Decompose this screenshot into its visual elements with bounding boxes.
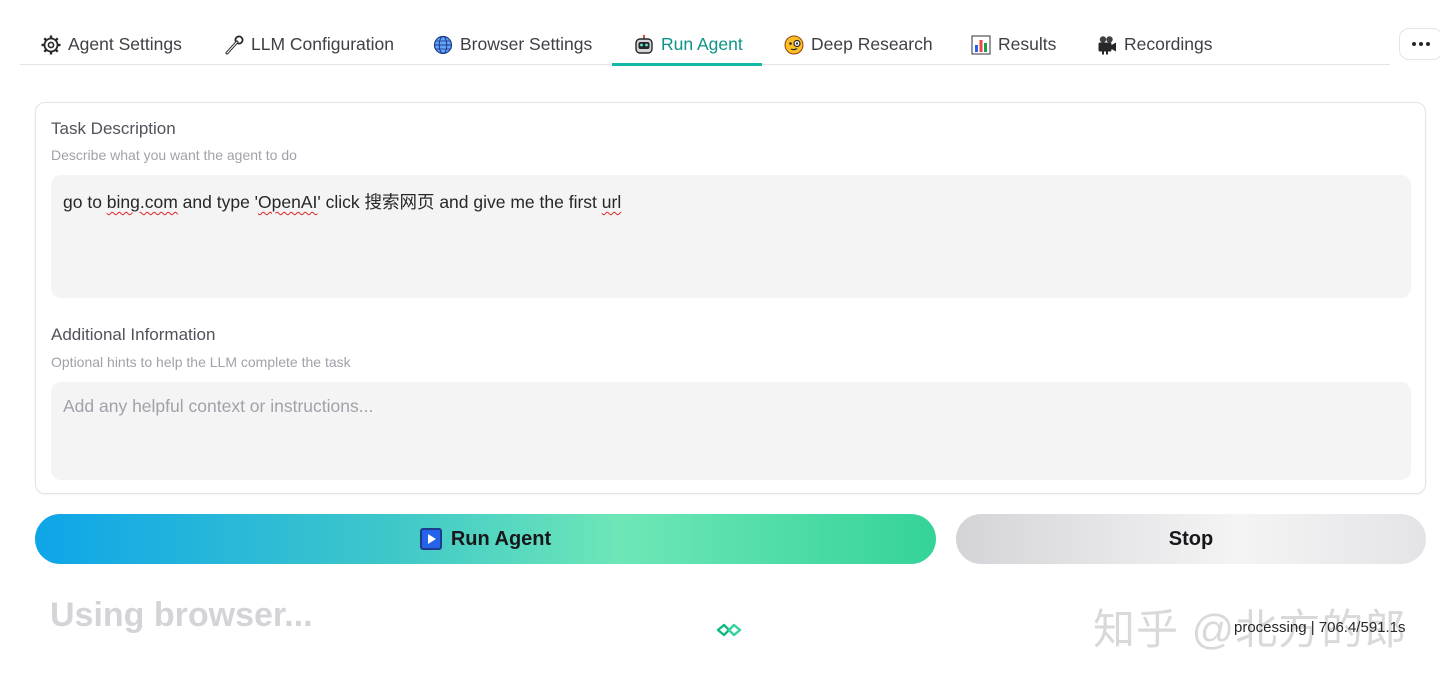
- task-description-info: Describe what you want the agent to do: [51, 147, 297, 163]
- tab-label: Deep Research: [811, 34, 933, 54]
- tab-llm-configuration[interactable]: LLM Configuration: [223, 24, 394, 65]
- tab-label: Agent Settings: [68, 34, 182, 54]
- task-text-misspelled: url: [601, 192, 622, 212]
- progress-timer: processing | 706.4/591.1s: [1234, 619, 1406, 636]
- additional-information-input[interactable]: Add any helpful context or instructions.…: [51, 382, 1411, 480]
- tab-agent-settings[interactable]: Agent Settings: [40, 24, 182, 65]
- tab-bar: Agent Settings LLM Configuration Browser…: [20, 24, 1390, 66]
- tab-browser-settings[interactable]: Browser Settings: [432, 24, 592, 65]
- tab-results[interactable]: Results: [970, 24, 1056, 65]
- task-text-misspelled: OpenAI: [258, 192, 318, 212]
- bar-chart-icon: [970, 34, 992, 56]
- tab-label: Run Agent: [661, 34, 743, 54]
- movie-camera-icon: [1096, 34, 1118, 56]
- wrench-icon: [223, 34, 245, 56]
- loading-spinner-icon: [715, 622, 743, 638]
- gear-icon: [40, 34, 62, 56]
- more-options-button[interactable]: [1399, 28, 1440, 60]
- tab-deep-research[interactable]: Deep Research: [783, 24, 933, 65]
- more-dot: [1412, 42, 1416, 46]
- more-dot: [1426, 42, 1430, 46]
- task-description-label: Task Description: [51, 119, 176, 138]
- task-text: and type ': [177, 192, 259, 212]
- stop-button[interactable]: Stop: [956, 514, 1426, 564]
- globe-icon: [432, 34, 454, 56]
- play-icon: [419, 528, 442, 550]
- tab-recordings[interactable]: Recordings: [1096, 24, 1213, 65]
- task-input-panel: Task Description Describe what you want …: [35, 102, 1426, 494]
- robot-icon: [633, 34, 655, 56]
- task-text-misspelled: bing.com: [106, 192, 178, 212]
- additional-information-info: Optional hints to help the LLM complete …: [51, 354, 351, 370]
- task-text: ' click 搜索网页 and give me the first: [317, 192, 602, 212]
- task-description-input[interactable]: go to bing.com and type 'OpenAI' click 搜…: [51, 175, 1411, 298]
- more-dot: [1419, 42, 1423, 46]
- tab-label: LLM Configuration: [251, 34, 394, 54]
- run-agent-button[interactable]: Run Agent: [35, 514, 936, 564]
- tab-label: Results: [998, 34, 1057, 54]
- run-agent-label: Run Agent: [450, 527, 552, 550]
- additional-information-label: Additional Information: [51, 325, 216, 344]
- status-title: Using browser...: [50, 596, 313, 634]
- task-text: go to: [63, 192, 107, 212]
- tab-run-agent[interactable]: Run Agent: [612, 24, 762, 66]
- tab-label: Recordings: [1124, 34, 1213, 54]
- monocle-face-icon: [783, 34, 805, 56]
- stop-label: Stop: [1168, 527, 1214, 550]
- tab-label: Browser Settings: [460, 34, 593, 54]
